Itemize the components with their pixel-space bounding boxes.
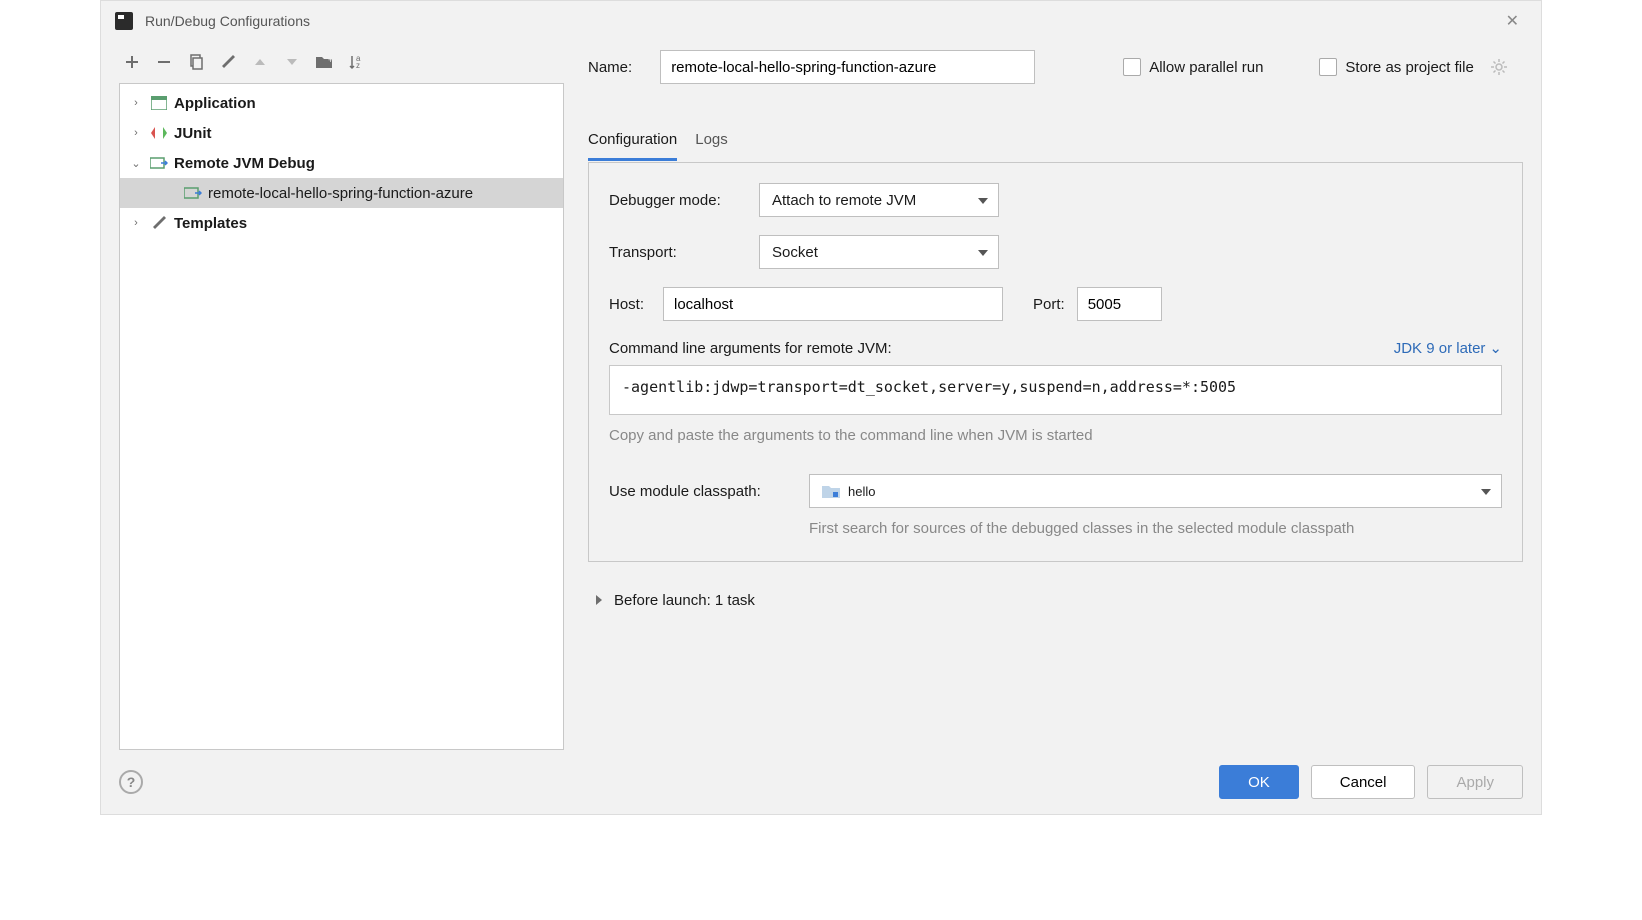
chevron-right-icon: › bbox=[128, 97, 144, 109]
chevron-right-icon: › bbox=[128, 127, 144, 139]
chevron-down-icon: ⌄ bbox=[128, 157, 144, 170]
titlebar: Run/Debug Configurations ✕ bbox=[101, 1, 1541, 41]
tree-toolbar: + az bbox=[119, 41, 564, 83]
junit-icon bbox=[150, 125, 168, 141]
copy-button[interactable] bbox=[187, 53, 205, 71]
tab-configuration[interactable]: Configuration bbox=[588, 131, 677, 161]
transport-combo[interactable]: Socket bbox=[759, 235, 999, 269]
intellij-icon bbox=[115, 12, 133, 30]
tab-logs[interactable]: Logs bbox=[695, 131, 728, 161]
tree-node-junit[interactable]: › JUnit bbox=[120, 118, 563, 148]
jdk-version-dropdown[interactable]: JDK 9 or later ⌄ bbox=[1394, 339, 1502, 357]
remote-debug-icon bbox=[150, 155, 168, 171]
port-label: Port: bbox=[1033, 296, 1065, 313]
before-launch-label: Before launch: 1 task bbox=[614, 592, 755, 609]
cmd-args-box[interactable]: -agentlib:jdwp=transport=dt_socket,serve… bbox=[609, 365, 1502, 415]
folder-icon bbox=[822, 484, 840, 498]
chevron-down-icon: ⌄ bbox=[1489, 339, 1502, 357]
remote-debug-icon bbox=[184, 185, 202, 201]
cancel-button[interactable]: Cancel bbox=[1311, 765, 1416, 799]
config-tree[interactable]: › Application › JUnit ⌄ Remote JVM Debug… bbox=[119, 83, 564, 750]
port-input[interactable] bbox=[1077, 287, 1162, 321]
tree-label: remote-local-hello-spring-function-azure bbox=[208, 185, 473, 202]
tree-node-remote-jvm-debug[interactable]: ⌄ Remote JVM Debug bbox=[120, 148, 563, 178]
tree-label: Remote JVM Debug bbox=[174, 155, 315, 172]
name-label: Name: bbox=[588, 59, 632, 76]
down-button[interactable] bbox=[283, 53, 301, 71]
tree-node-remote-config[interactable]: remote-local-hello-spring-function-azure bbox=[120, 178, 563, 208]
svg-text:+: + bbox=[328, 55, 333, 65]
run-debug-dialog: Run/Debug Configurations ✕ + az › Applic… bbox=[100, 0, 1542, 815]
store-project-checkbox[interactable] bbox=[1319, 58, 1337, 76]
module-hint: First search for sources of the debugged… bbox=[809, 518, 1502, 541]
dialog-title: Run/Debug Configurations bbox=[145, 13, 1498, 29]
module-classpath-combo[interactable]: hello bbox=[809, 474, 1502, 508]
ok-button[interactable]: OK bbox=[1219, 765, 1299, 799]
chevron-right-icon: › bbox=[128, 217, 144, 229]
allow-parallel-checkbox[interactable] bbox=[1123, 58, 1141, 76]
dialog-footer: ? OK Cancel Apply bbox=[101, 750, 1541, 814]
tree-label: Templates bbox=[174, 215, 247, 232]
svg-text:z: z bbox=[356, 61, 360, 70]
tree-label: Application bbox=[174, 95, 256, 112]
allow-parallel-label: Allow parallel run bbox=[1149, 59, 1263, 76]
up-button[interactable] bbox=[251, 53, 269, 71]
settings-button[interactable] bbox=[219, 53, 237, 71]
folder-button[interactable]: + bbox=[315, 53, 333, 71]
transport-label: Transport: bbox=[609, 244, 759, 261]
host-label: Host: bbox=[609, 296, 663, 313]
store-project-label: Store as project file bbox=[1345, 59, 1473, 76]
tree-node-templates[interactable]: › Templates bbox=[120, 208, 563, 238]
debugger-mode-combo[interactable]: Attach to remote JVM bbox=[759, 183, 999, 217]
apply-button[interactable]: Apply bbox=[1427, 765, 1523, 799]
host-input[interactable] bbox=[663, 287, 1003, 321]
tree-label: JUnit bbox=[174, 125, 212, 142]
close-button[interactable]: ✕ bbox=[1498, 7, 1527, 35]
before-launch-section[interactable]: Before launch: 1 task bbox=[588, 592, 1523, 609]
debugger-mode-label: Debugger mode: bbox=[609, 192, 759, 209]
help-button[interactable]: ? bbox=[119, 770, 143, 794]
tree-node-application[interactable]: › Application bbox=[120, 88, 563, 118]
cmd-hint: Copy and paste the arguments to the comm… bbox=[609, 427, 1502, 444]
sort-button[interactable]: az bbox=[347, 53, 365, 71]
add-button[interactable] bbox=[123, 53, 141, 71]
module-classpath-label: Use module classpath: bbox=[609, 483, 809, 500]
wrench-icon bbox=[150, 215, 168, 231]
cmd-args-label: Command line arguments for remote JVM: bbox=[609, 340, 892, 357]
chevron-right-icon bbox=[594, 594, 604, 606]
configuration-panel: Debugger mode: Attach to remote JVM Tran… bbox=[588, 162, 1523, 562]
name-input[interactable] bbox=[660, 50, 1035, 84]
application-icon bbox=[150, 95, 168, 111]
remove-button[interactable] bbox=[155, 53, 173, 71]
gear-icon[interactable] bbox=[1490, 58, 1508, 76]
